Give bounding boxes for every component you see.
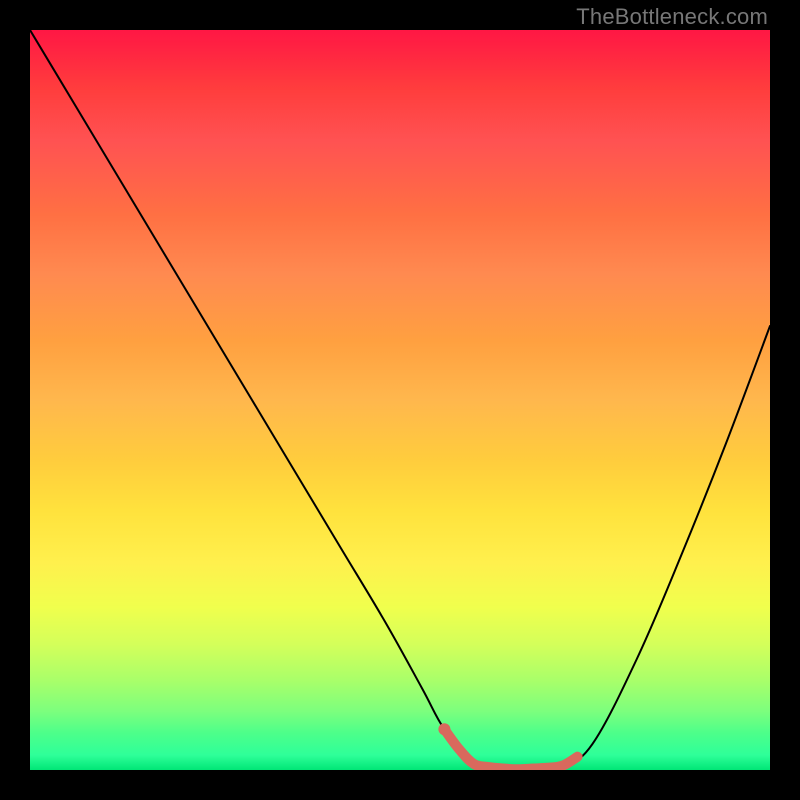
watermark-text: TheBottleneck.com [576,4,768,30]
curve-overlay [30,30,770,770]
optimal-range-highlight [444,729,577,769]
optimal-range-start-dot [438,723,450,735]
chart-frame: { "watermark": "TheBottleneck.com", "cha… [0,0,800,800]
bottleneck-curve [30,30,770,769]
